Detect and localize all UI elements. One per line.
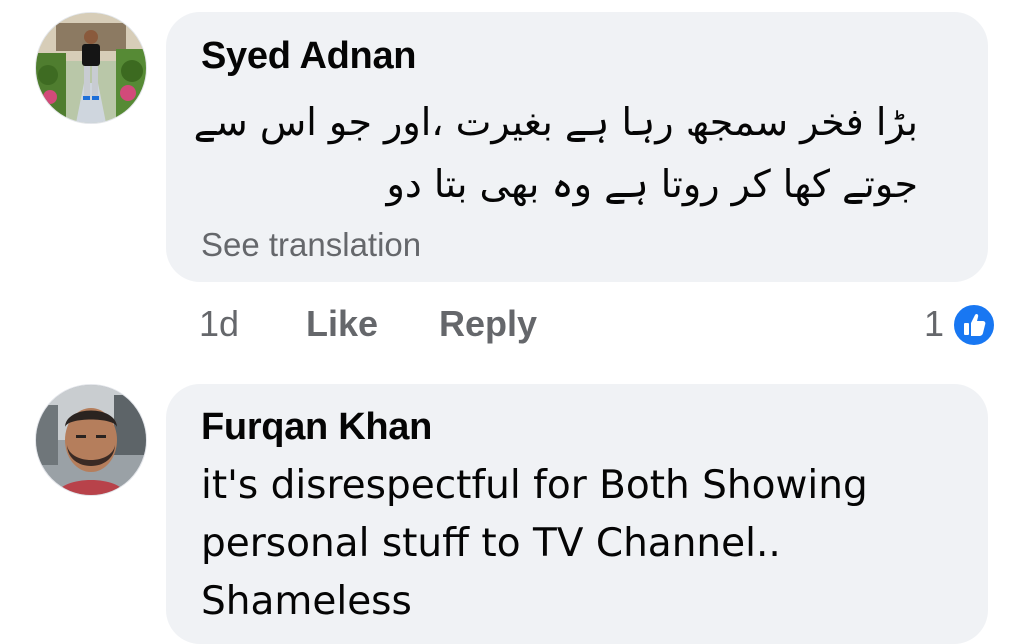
like-button[interactable]: Like	[306, 303, 378, 345]
comment-text-line: personal stuff to TV Channel..	[201, 521, 781, 566]
comment-item: Furqan Khan it's disrespectful for Both …	[0, 370, 1024, 644]
reaction-count[interactable]: 1	[924, 303, 944, 345]
comment-bubble: Syed Adnan بڑا فخر سمجھ رہا ہے بغیرت ،او…	[166, 12, 988, 282]
avatar[interactable]	[35, 12, 147, 124]
comment-author[interactable]: Furqan Khan	[201, 406, 432, 449]
comment-actions: 1d Like Reply 1	[166, 303, 996, 363]
comment-bubble: Furqan Khan it's disrespectful for Both …	[166, 384, 988, 644]
like-thumb-icon[interactable]	[952, 303, 996, 347]
reply-button[interactable]: Reply	[439, 303, 537, 345]
profile-photo-icon	[36, 13, 146, 123]
see-translation-link[interactable]: See translation	[201, 226, 421, 264]
profile-photo-icon	[36, 385, 146, 495]
comment-text-line: جوتے کھا کر روتا ہے وہ بھی بتا دو	[386, 162, 919, 206]
comment-item: Syed Adnan بڑا فخر سمجھ رہا ہے بغیرت ،او…	[0, 0, 1024, 370]
comment-text-line: it's disrespectful for Both Showing	[201, 463, 868, 508]
comment-timestamp[interactable]: 1d	[199, 303, 239, 345]
comment-text-line: بڑا فخر سمجھ رہا ہے بغیرت ،اور جو اس سے	[193, 100, 918, 144]
avatar[interactable]	[35, 384, 147, 496]
comment-text-line: Shameless	[201, 579, 412, 624]
